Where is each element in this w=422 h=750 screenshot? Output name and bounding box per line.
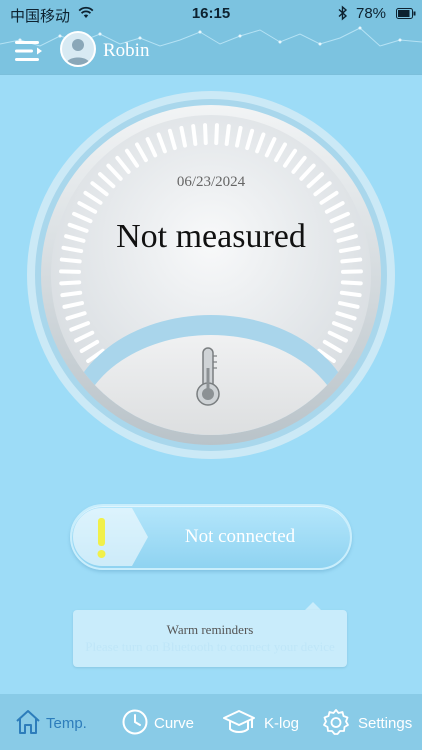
gauge-tick [191, 124, 198, 146]
tab-curve[interactable]: Curve [120, 694, 200, 750]
gauge-tick [203, 123, 208, 146]
tab-curve-label: Curve [154, 715, 195, 732]
connection-status: Not connected [184, 526, 296, 547]
battery-icon [396, 8, 416, 19]
measurement-date: 06/23/2024 [176, 174, 246, 190]
avatar[interactable] [60, 31, 96, 67]
tab-klog[interactable]: K-log [222, 694, 306, 750]
gauge-tick [59, 257, 82, 264]
tab-temp-label: Temp. [46, 715, 87, 732]
gauge-tick [214, 123, 219, 146]
warm-reminder-card: Warm reminders Please turn on Bluetooth … [73, 610, 347, 667]
tab-settings-label: Settings [358, 715, 413, 732]
gauge-tick [339, 290, 362, 298]
tab-klog-label: K-log [264, 715, 300, 732]
reminder-message: Please turn on Bluetooth to connect your… [85, 639, 335, 654]
thermometer-icon [196, 347, 220, 406]
menu-icon[interactable] [14, 38, 44, 64]
app-header: 中国移动 16:15 78% Robin [0, 0, 422, 75]
gauge-tick [340, 280, 363, 286]
tab-bar: Temp. Curve K-log Settings [0, 694, 422, 750]
gear-icon [323, 709, 349, 735]
tab-settings[interactable]: Settings [322, 694, 418, 750]
bluetooth-icon [338, 5, 348, 21]
clock-icon [122, 709, 148, 735]
gauge-tick [224, 124, 231, 146]
username[interactable]: Robin [103, 40, 149, 62]
user-icon [66, 39, 90, 65]
gauge-tick [340, 257, 363, 264]
measurement-status: Not measured [116, 218, 306, 255]
battery-percent: 78% [356, 5, 387, 22]
gauge-tick [60, 290, 83, 298]
graduation-cap-icon [223, 710, 255, 733]
reminder-title: Warm reminders [166, 622, 254, 637]
home-icon [16, 710, 40, 734]
gauge-tick [59, 280, 82, 286]
tab-temp[interactable]: Temp. [12, 694, 98, 750]
